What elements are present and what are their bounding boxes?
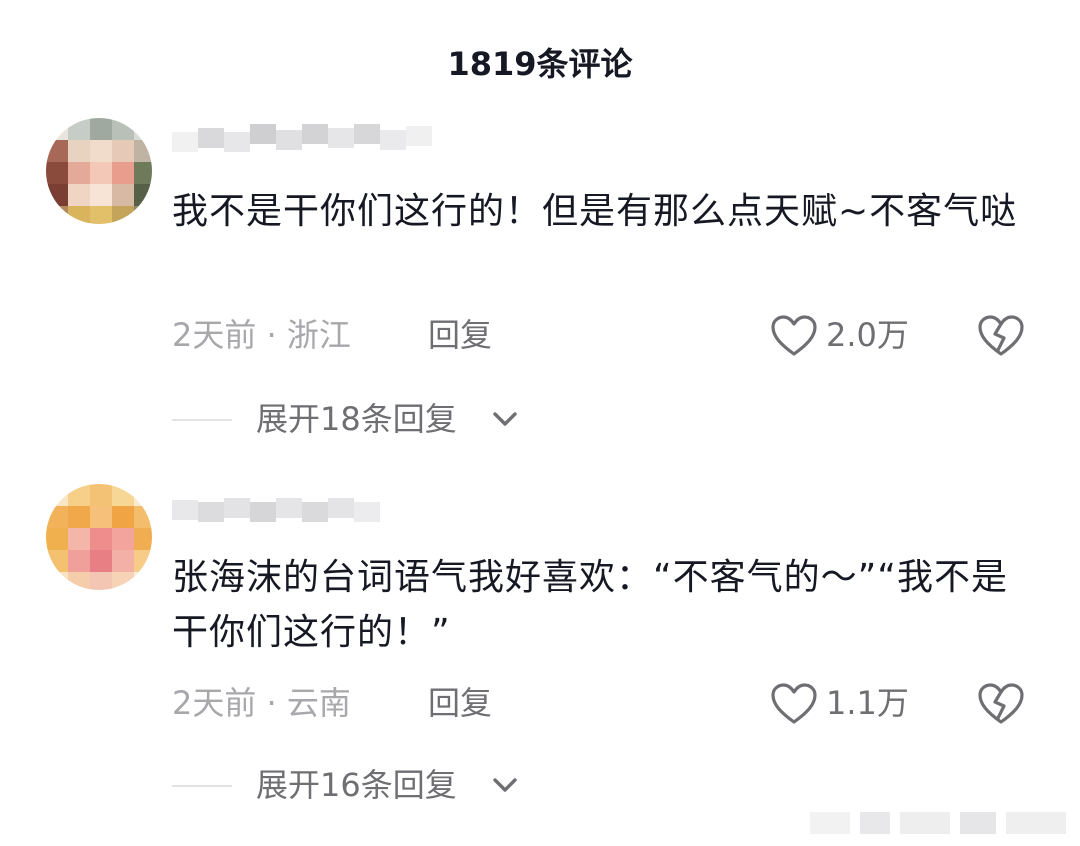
heart-outline-icon[interactable] (770, 314, 818, 358)
avatar[interactable] (46, 484, 152, 590)
comment-time-location: 2天前 · 浙江 (172, 316, 351, 354)
comment-time-location: 2天前 · 云南 (172, 684, 351, 722)
reply-button[interactable]: 回复 (428, 678, 492, 728)
broken-heart-icon[interactable] (976, 682, 1026, 726)
like-count: 1.1万 (826, 684, 909, 722)
reply-button[interactable]: 回复 (428, 310, 492, 360)
watermark-blur (800, 804, 1080, 844)
avatar[interactable] (46, 118, 152, 224)
expand-replies-label: 展开16条回复 (256, 766, 457, 804)
divider-line (172, 785, 232, 787)
like-count: 2.0万 (826, 316, 909, 354)
comment-meta: 2天前 · 云南 回复 1.1万 (172, 678, 1032, 728)
comment-meta: 2天前 · 浙江 回复 2.0万 (172, 310, 1032, 360)
broken-heart-icon[interactable] (976, 314, 1026, 358)
expand-replies-button[interactable]: 展开18条回复 (172, 394, 772, 444)
divider-line (172, 419, 232, 421)
chevron-down-icon (493, 778, 517, 792)
comment-text: 我不是干你们这行的！但是有那么点天赋~不客气哒 (172, 191, 1018, 232)
expand-replies-button[interactable]: 展开16条回复 (172, 760, 772, 810)
chevron-down-icon (493, 412, 517, 426)
heart-outline-icon[interactable] (770, 682, 818, 726)
expand-replies-label: 展开18条回复 (256, 400, 457, 438)
username-blurred[interactable] (172, 490, 432, 530)
comments-count-title: 1819条评论 (447, 45, 633, 83)
username-blurred[interactable] (172, 118, 432, 158)
comment-text: 张海沫的台词语气我好喜欢：“不客气的～”“我不是干你们这行的！” (172, 557, 1008, 653)
